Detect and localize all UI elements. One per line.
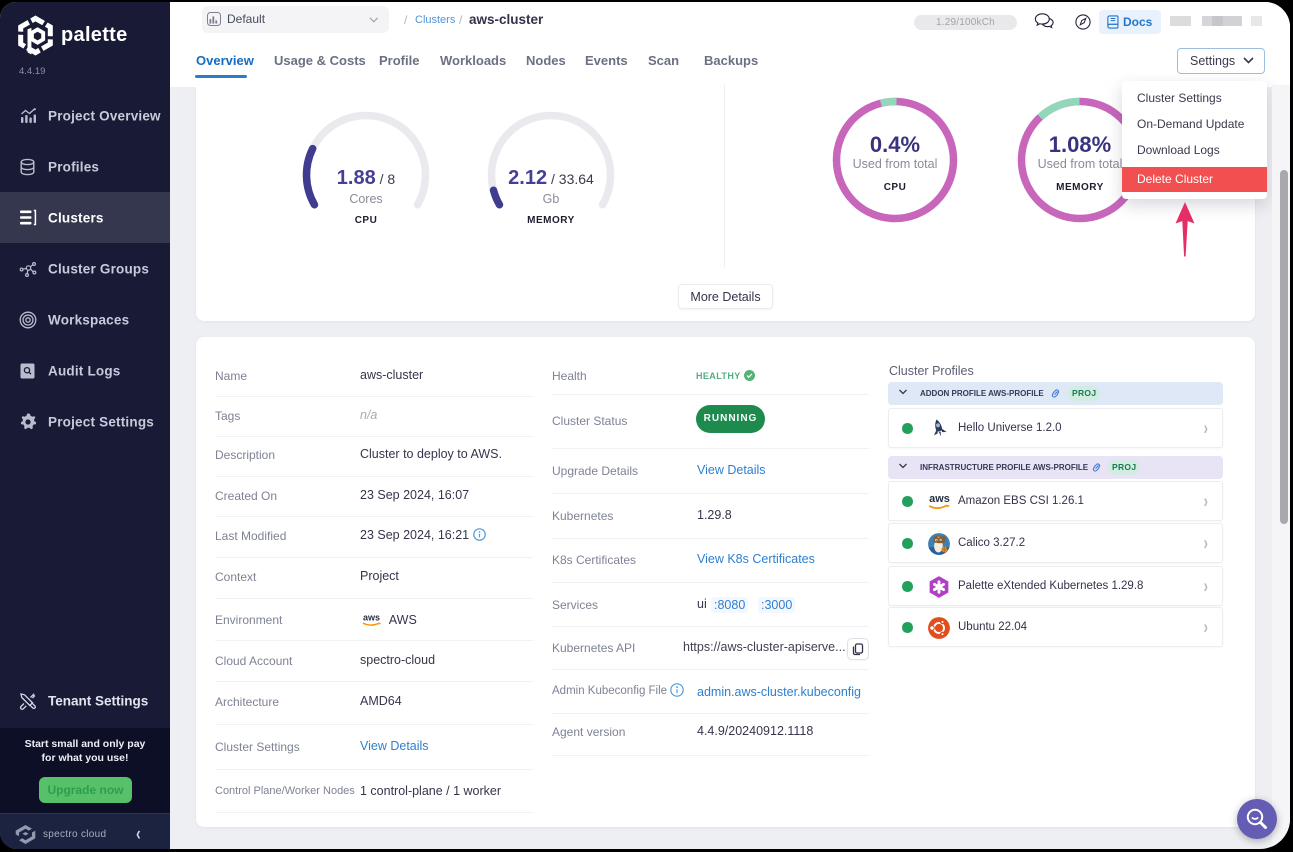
svg-text:aws: aws: [929, 493, 950, 505]
svg-text:aws: aws: [363, 613, 380, 623]
